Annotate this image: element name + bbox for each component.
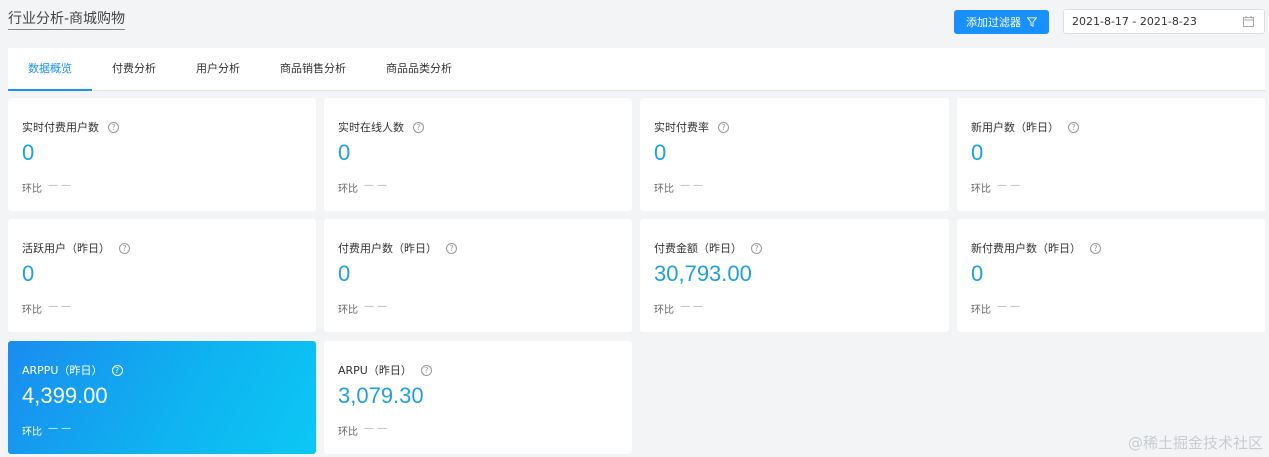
compare-label: 环比 <box>971 305 991 316</box>
compare-label: 环比 <box>338 184 358 195</box>
compare-label: 环比 <box>22 305 42 316</box>
metric-label: 实时在线人数 <box>338 121 404 134</box>
tab-product-sales-analysis[interactable]: 商品销售分析 <box>260 48 366 90</box>
compare-value: — — <box>48 301 72 312</box>
metric-value: 3,079.30 <box>338 383 424 408</box>
metric-card-realtime-paying-users: 实时付费用户数? 0 环比 — — <box>8 98 316 211</box>
metric-label: ARPPU（昨日） <box>22 364 103 377</box>
date-range-value: 2021-8-17 - 2021-8-23 <box>1072 15 1197 28</box>
tab-user-analysis[interactable]: 用户分析 <box>176 48 260 90</box>
calendar-icon <box>1243 16 1254 27</box>
metric-value: 0 <box>22 140 35 165</box>
help-icon[interactable]: ? <box>413 121 424 133</box>
metric-card-arppu[interactable]: ARPPU（昨日）? 4,399.00 环比 — — <box>8 341 316 454</box>
metric-card-new-users: 新用户数（昨日）? 0 环比 — — <box>957 98 1265 211</box>
help-icon[interactable]: ? <box>420 364 432 376</box>
help-icon[interactable]: ? <box>446 242 457 254</box>
metric-label: 活跃用户（昨日） <box>22 242 110 255</box>
metric-label: 付费用户数（昨日） <box>338 242 437 255</box>
compare-value: — — <box>680 180 704 191</box>
help-icon[interactable]: ? <box>119 242 130 254</box>
metric-card-realtime-online: 实时在线人数? 0 环比 — — <box>324 98 632 211</box>
filter-icon <box>1027 17 1037 27</box>
compare-value: — — <box>364 180 388 191</box>
metric-label: 实时付费用户数 <box>22 121 99 134</box>
compare-label: 环比 <box>22 184 42 195</box>
date-range-picker[interactable]: 2021-8-17 - 2021-8-23 <box>1063 9 1265 34</box>
metric-card-active-users: 活跃用户（昨日）? 0 环比 — — <box>8 219 316 332</box>
compare-label: 环比 <box>338 305 358 316</box>
metric-label: 实时付费率 <box>654 121 709 134</box>
tab-overview[interactable]: 数据概览 <box>8 48 92 91</box>
metric-value: 0 <box>338 140 351 165</box>
compare-value: — — <box>680 301 704 312</box>
metric-card-realtime-pay-rate: 实时付费率? 0 环比 — — <box>640 98 949 211</box>
metric-card-payment-amount: 付费金额（昨日）? 30,793.00 环比 — — <box>640 219 949 332</box>
compare-label: 环比 <box>338 427 358 438</box>
metric-label: ARPU（昨日） <box>338 364 412 377</box>
add-filter-button[interactable]: 添加过滤器 <box>954 10 1049 34</box>
help-icon[interactable]: ? <box>111 364 123 376</box>
help-icon[interactable]: ? <box>108 121 119 133</box>
help-icon[interactable]: ? <box>1090 242 1101 254</box>
metric-card-paying-users: 付费用户数（昨日）? 0 环比 — — <box>324 219 632 332</box>
compare-label: 环比 <box>971 184 991 195</box>
metric-value: 0 <box>971 140 984 165</box>
help-icon[interactable]: ? <box>751 242 762 254</box>
compare-label: 环比 <box>22 427 42 438</box>
add-filter-label: 添加过滤器 <box>966 17 1021 29</box>
metric-label: 新付费用户数（昨日） <box>971 242 1081 255</box>
help-icon[interactable]: ? <box>718 121 729 133</box>
compare-value: — — <box>48 423 72 434</box>
metric-value: 0 <box>971 261 984 286</box>
page-title: 行业分析-商城购物 <box>8 10 126 30</box>
help-icon[interactable]: ? <box>1068 121 1079 133</box>
compare-label: 环比 <box>654 305 674 316</box>
compare-value: — — <box>364 423 388 434</box>
metric-value: 0 <box>22 261 35 286</box>
metric-card-new-paying-users: 新付费用户数（昨日）? 0 环比 — — <box>957 219 1265 332</box>
metric-card-arpu: ARPU（昨日）? 3,079.30 环比 — — <box>324 341 632 454</box>
metric-label: 新用户数（昨日） <box>971 121 1059 134</box>
tab-product-category-analysis[interactable]: 商品品类分析 <box>366 48 472 90</box>
metric-value: 0 <box>338 261 351 286</box>
metric-label: 付费金额（昨日） <box>654 242 742 255</box>
metric-value: 30,793.00 <box>654 261 752 286</box>
tab-payment-analysis[interactable]: 付费分析 <box>92 48 176 90</box>
compare-label: 环比 <box>654 184 674 195</box>
metric-value: 4,399.00 <box>22 383 108 408</box>
compare-value: — — <box>48 180 72 191</box>
compare-value: — — <box>997 180 1021 191</box>
watermark-text: @稀土掘金技术社区 <box>1127 434 1263 452</box>
compare-value: — — <box>997 301 1021 312</box>
tabs-bar: 数据概览 付费分析 用户分析 商品销售分析 商品品类分析 <box>8 48 1265 91</box>
metric-value: 0 <box>654 140 667 165</box>
page: 行业分析-商城购物 添加过滤器 2021-8-17 - 2021-8-23 数据… <box>0 0 1269 457</box>
compare-value: — — <box>364 301 388 312</box>
